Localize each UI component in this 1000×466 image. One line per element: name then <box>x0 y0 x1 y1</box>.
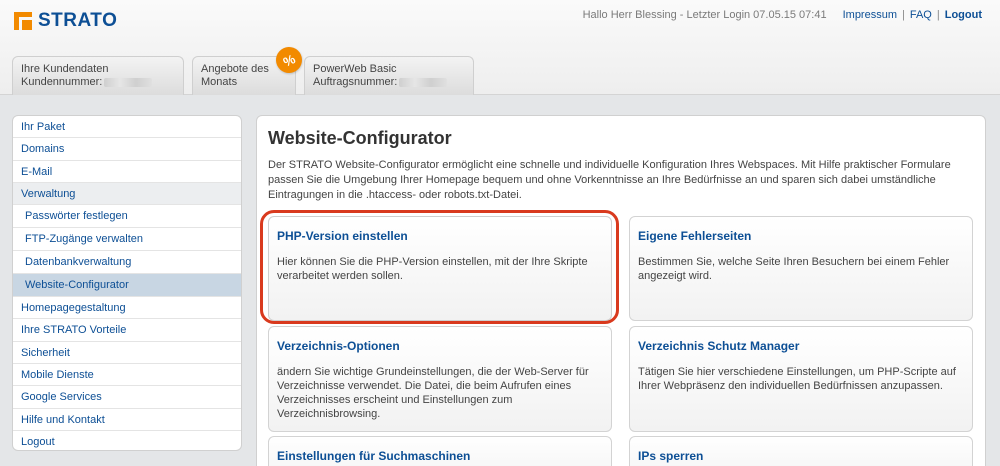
sidebar-item-vorteile[interactable]: Ihre STRATO Vorteile <box>13 319 241 342</box>
card-suchmaschinen[interactable]: Einstellungen für Suchmaschinen <box>268 436 612 466</box>
sidebar-item-hilfe[interactable]: Hilfe und Kontakt <box>13 409 241 431</box>
sidebar-item-domains[interactable]: Domains <box>13 138 241 161</box>
strato-logo-icon <box>14 12 32 30</box>
sidebar: Ihr Paket Domains E-Mail Verwaltung Pass… <box>12 115 242 451</box>
logo-text: STRATO <box>38 10 118 31</box>
card-text: Tätigen Sie hier verschiedene Einstellun… <box>638 366 956 392</box>
card-verzeichnis-schutz[interactable]: Verzeichnis Schutz Manager Tätigen Sie h… <box>629 326 973 432</box>
card-php-version[interactable]: PHP-Version einstellen Hier können Sie d… <box>268 216 612 321</box>
logout-link[interactable]: Logout <box>945 9 982 21</box>
card-title[interactable]: IPs sperren <box>638 449 964 463</box>
tab-powerweb[interactable]: PowerWeb Basic Auftragsnummer: <box>304 56 474 95</box>
impressum-link[interactable]: Impressum <box>843 9 897 21</box>
sidebar-item-ftp[interactable]: FTP-Zugänge verwalten <box>13 228 241 252</box>
sidebar-item-passwoerter[interactable]: Passwörter festlegen <box>13 205 241 229</box>
header: STRATO Hallo Herr Blessing - Letzter Log… <box>0 0 1000 95</box>
sidebar-item-google[interactable]: Google Services <box>13 386 241 409</box>
separator: | <box>936 9 940 21</box>
card-ips-sperren[interactable]: IPs sperren <box>629 436 973 466</box>
tab-line: Ihre Kundendaten <box>21 63 109 75</box>
faq-link[interactable]: FAQ <box>910 9 932 21</box>
tab-kundendaten[interactable]: Ihre Kundendaten Kundennummer: <box>12 56 184 95</box>
separator: | <box>902 9 905 21</box>
card-verzeichnis-optionen[interactable]: Verzeichnis-Optionen ändern Sie wichtige… <box>268 326 612 432</box>
blurred-number <box>104 77 153 87</box>
sidebar-item-logout[interactable]: Logout <box>13 431 241 450</box>
tab-line: PowerWeb Basic <box>313 63 397 75</box>
page-title: Website-Configurator <box>268 128 452 148</box>
sidebar-item-website-configurator[interactable]: Website-Configurator <box>13 274 241 298</box>
tab-line: Angebote des <box>201 63 269 75</box>
main-content: Website-Configurator Der STRATO Website-… <box>256 115 986 466</box>
sidebar-item-ihr-paket[interactable]: Ihr Paket <box>13 116 241 139</box>
sidebar-item-mobile[interactable]: Mobile Dienste <box>13 364 241 387</box>
card-title[interactable]: Einstellungen für Suchmaschinen <box>277 449 603 463</box>
tab-line: Kundennummer: <box>21 76 103 88</box>
sidebar-item-sicherheit[interactable]: Sicherheit <box>13 342 241 365</box>
blurred-number <box>399 77 448 87</box>
card-text: Hier können Sie die PHP-Version einstell… <box>277 256 588 282</box>
card-text: Bestimmen Sie, welche Seite Ihren Besuch… <box>638 256 950 282</box>
tab-line: Auftragsnummer: <box>313 76 398 88</box>
sidebar-item-email[interactable]: E-Mail <box>13 161 241 183</box>
top-bar: Hallo Herr Blessing - Letzter Login 07.0… <box>583 9 982 21</box>
tab-line: Monats <box>201 76 238 88</box>
card-title[interactable]: Verzeichnis-Optionen <box>277 339 603 353</box>
intro-text: Der STRATO Website-Configurator ermöglic… <box>268 159 951 201</box>
card-fehlerseiten[interactable]: Eigene Fehlerseiten Bestimmen Sie, welch… <box>629 216 973 321</box>
login-greeting: Hallo Herr Blessing - Letzter Login 07.0… <box>582 9 827 21</box>
sidebar-item-homepagegestaltung[interactable]: Homepagegestaltung <box>13 297 241 320</box>
card-title[interactable]: PHP-Version einstellen <box>277 229 603 243</box>
strato-logo[interactable]: STRATO <box>14 10 117 32</box>
sidebar-item-datenbank[interactable]: Datenbankverwaltung <box>13 251 241 275</box>
card-text: ändern Sie wichtige Grundeinstellungen, … <box>277 366 589 420</box>
card-title[interactable]: Verzeichnis Schutz Manager <box>638 339 964 353</box>
sidebar-item-verwaltung[interactable]: Verwaltung <box>13 182 241 206</box>
card-title[interactable]: Eigene Fehlerseiten <box>638 229 964 243</box>
